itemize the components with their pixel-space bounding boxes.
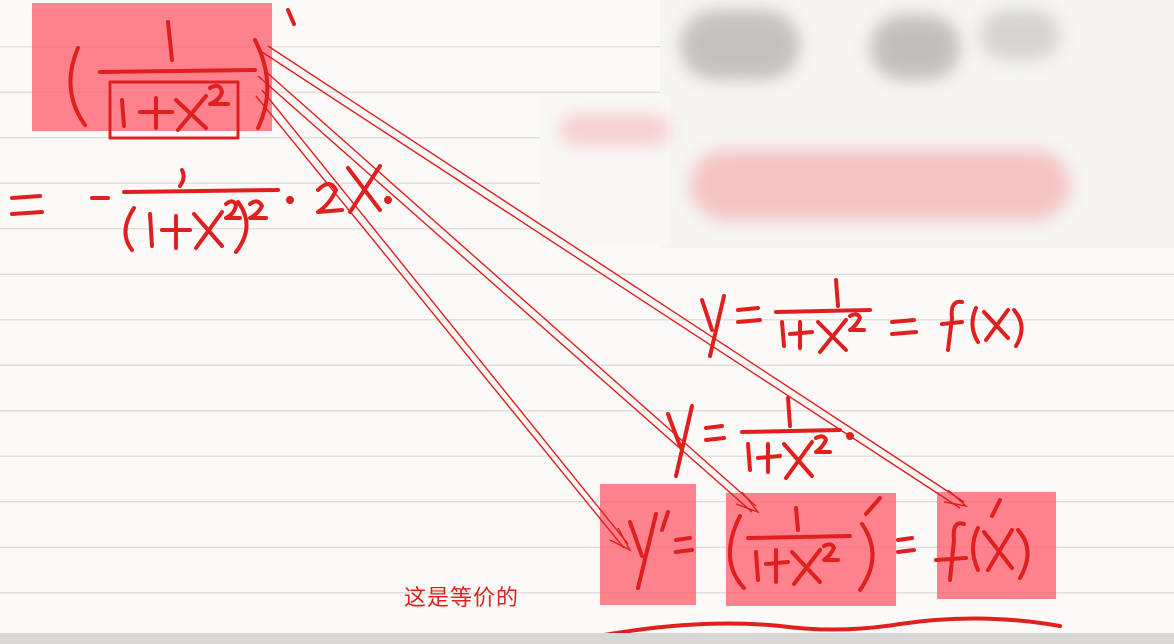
arrow-to-f-prime-x	[261, 45, 969, 509]
bottom-bar	[0, 633, 1174, 644]
source-expression	[68, 8, 296, 140]
function-definition	[700, 278, 1024, 358]
caption-text: 这是等价的	[404, 586, 520, 611]
equivalence-line	[628, 496, 1030, 592]
arrow-to-y-prime	[255, 89, 632, 552]
handwriting-canvas	[10, 8, 1062, 638]
